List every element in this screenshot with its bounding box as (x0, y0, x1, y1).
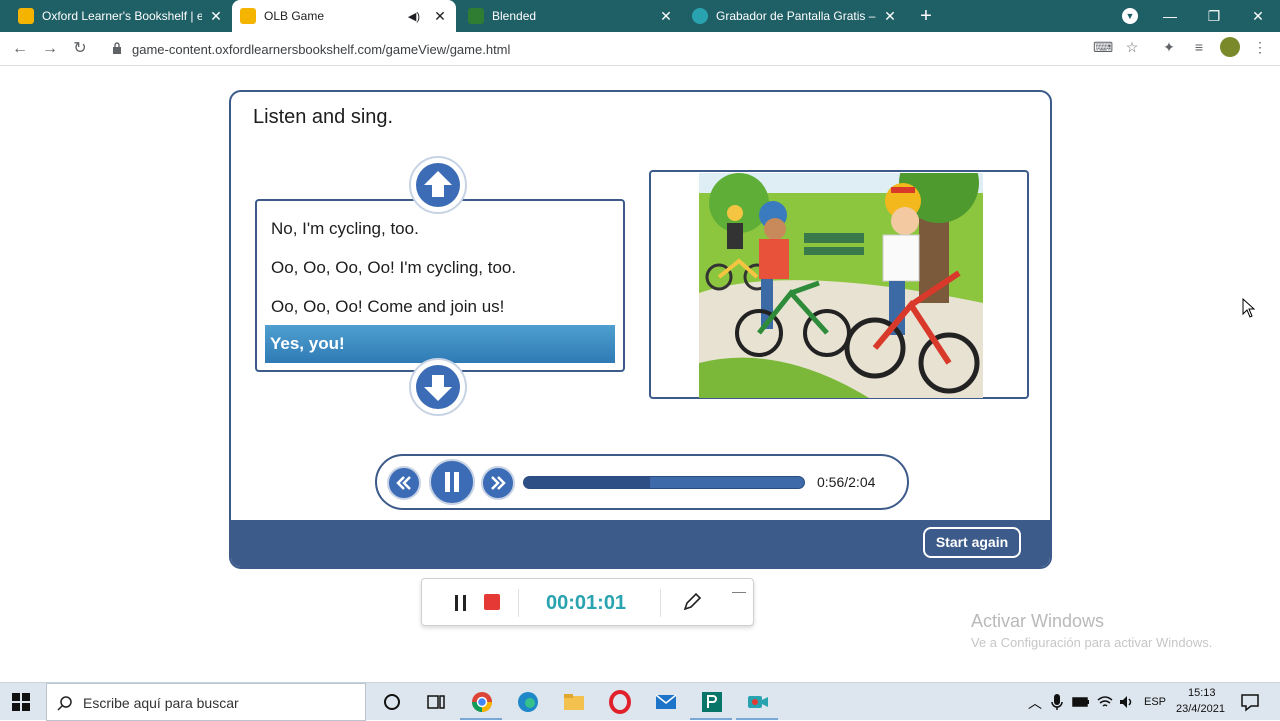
close-tab-icon[interactable]: ✕ (658, 8, 674, 25)
pen-draw-icon[interactable] (682, 592, 702, 612)
tab-search-dropdown-icon[interactable]: ▼ (1122, 8, 1138, 24)
scroll-up-button[interactable] (409, 156, 467, 214)
screen-recorder-widget: 00:01:01 — (421, 578, 754, 626)
windows-taskbar: Escribe aquí para buscar ︿ ESP 15:13 23/… (0, 682, 1280, 721)
task-view-icon[interactable] (424, 690, 448, 714)
opera-app-icon[interactable] (608, 690, 632, 714)
game-panel: Listen and sing. No, I'm cycling, too. O… (229, 90, 1052, 569)
start-again-button[interactable]: Start again (923, 527, 1021, 558)
tab-blended[interactable]: Blended ✕ (460, 0, 682, 32)
mouse-cursor-icon (1242, 298, 1256, 318)
taskbar-search-box[interactable]: Escribe aquí para buscar (46, 683, 366, 721)
translate-icon[interactable]: ⌨ (1093, 38, 1113, 56)
pause-icon (445, 472, 459, 492)
forward-arrow-icon[interactable]: → (40, 39, 60, 59)
tab-title: Oxford Learner's Bookshelf | e-bo (42, 9, 202, 23)
reading-list-icon[interactable]: ≡ (1190, 38, 1208, 56)
tab-title: Grabador de Pantalla Gratis – Cap (716, 9, 876, 23)
playback-time: 0:56/2:04 (817, 474, 876, 490)
recorder-pause-icon[interactable] (452, 593, 470, 613)
new-tab-button[interactable]: + (914, 4, 938, 28)
bookmark-star-icon[interactable]: ☆ (1123, 38, 1141, 56)
publisher-app-icon[interactable] (700, 690, 724, 714)
audio-player: 0:56/2:04 (375, 454, 909, 510)
divider (660, 589, 661, 617)
recording-elapsed-time: 00:01:01 (546, 592, 627, 614)
clock-date[interactable]: 23/4/2021 (1176, 703, 1225, 715)
tab-oxford-bookshelf[interactable]: Oxford Learner's Bookshelf | e-bo ✕ (10, 0, 232, 32)
extensions-puzzle-icon[interactable]: ✦ (1160, 38, 1178, 56)
rewind-icon (396, 476, 411, 490)
reload-icon[interactable]: ↻ (70, 39, 90, 59)
blended-favicon-icon (468, 8, 484, 24)
game-footer: Start again (231, 520, 1050, 567)
scroll-down-button[interactable] (409, 358, 467, 416)
kids-cycling-illustration (699, 173, 983, 398)
page-title: Listen and sing. (253, 106, 394, 128)
rewind-button[interactable] (387, 466, 421, 500)
lyric-line[interactable]: Oo, Oo, Oo! Come and join us! (271, 297, 504, 317)
progress-fill (524, 477, 650, 488)
chrome-app-icon[interactable] (470, 690, 494, 714)
arrow-up-icon (424, 171, 452, 197)
search-placeholder: Escribe aquí para buscar (83, 695, 239, 711)
wifi-icon[interactable] (1096, 694, 1114, 710)
address-bar: ← → ↻ game-content.oxfordlearnersbookshe… (0, 32, 1280, 66)
speaker-icon[interactable]: ◀) (408, 10, 420, 23)
show-hidden-icons-chevron-icon[interactable]: ︿ (1028, 693, 1042, 713)
browser-tab-bar: Oxford Learner's Bookshelf | e-bo ✕ OLB … (0, 0, 1280, 32)
tab-title: OLB Game (264, 9, 325, 23)
profile-avatar[interactable] (1220, 37, 1240, 57)
lock-icon (113, 42, 121, 54)
close-tab-icon[interactable]: ✕ (882, 8, 898, 25)
input-language[interactable]: ESP (1144, 696, 1166, 708)
olb-favicon-icon (240, 8, 256, 24)
recorder-favicon-icon (692, 8, 708, 24)
minimize-window-button[interactable]: — (1148, 0, 1192, 32)
clock-time[interactable]: 15:13 (1188, 687, 1216, 699)
restore-window-button[interactable]: ❐ (1192, 0, 1236, 32)
close-tab-icon[interactable]: ✕ (208, 8, 224, 25)
edge-app-icon[interactable] (516, 690, 540, 714)
pause-button[interactable] (429, 459, 475, 505)
tab-title: Blended (492, 9, 537, 23)
close-window-button[interactable]: ✕ (1236, 0, 1280, 32)
oxford-favicon-icon (18, 8, 34, 24)
divider (518, 589, 519, 617)
illustration-frame (649, 170, 1029, 399)
lyric-line[interactable]: Oo, Oo, Oo, Oo! I'm cycling, too. (271, 258, 516, 278)
fast-forward-button[interactable] (481, 466, 515, 500)
screen-recorder-app-icon[interactable] (746, 690, 770, 714)
fast-forward-icon (491, 476, 506, 490)
volume-icon[interactable] (1118, 694, 1136, 710)
tab-grabador[interactable]: Grabador de Pantalla Gratis – Cap ✕ (684, 0, 906, 32)
file-explorer-icon[interactable] (562, 690, 586, 714)
back-arrow-icon[interactable]: ← (10, 39, 30, 59)
search-icon (57, 696, 72, 711)
battery-icon[interactable] (1072, 694, 1090, 710)
windows-start-icon[interactable] (12, 693, 30, 711)
url-text: game-content.oxfordlearnersbookshelf.com… (132, 42, 511, 57)
minimize-recorder-icon[interactable]: — (732, 583, 746, 599)
close-tab-icon[interactable]: ✕ (432, 8, 448, 25)
cortana-icon[interactable] (380, 690, 404, 714)
activate-windows-subtitle: Ve a Configuración para activar Windows. (971, 635, 1213, 650)
lyrics-box: No, I'm cycling, too. Oo, Oo, Oo, Oo! I'… (255, 199, 625, 372)
activate-windows-title: Activar Windows (971, 611, 1105, 631)
arrow-down-icon (424, 375, 452, 401)
lyric-line[interactable]: No, I'm cycling, too. (271, 219, 419, 239)
notifications-icon[interactable] (1240, 692, 1260, 712)
mail-app-icon[interactable] (654, 690, 678, 714)
tab-olb-game[interactable]: OLB Game ◀) ✕ (232, 0, 456, 32)
menu-kebab-icon[interactable]: ⋮ (1251, 38, 1269, 56)
progress-bar[interactable] (523, 476, 805, 489)
microphone-icon[interactable] (1050, 693, 1064, 711)
recorder-stop-icon[interactable] (484, 594, 500, 610)
